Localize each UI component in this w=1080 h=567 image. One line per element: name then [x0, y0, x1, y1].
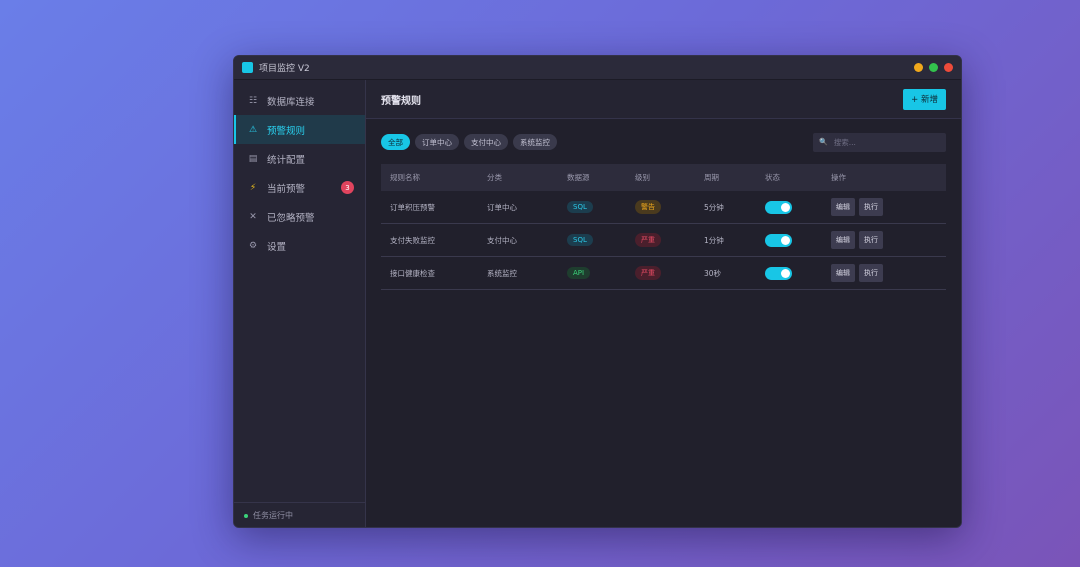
- filter-all[interactable]: 全部: [381, 134, 410, 150]
- filter-system-monitor[interactable]: 系统监控: [513, 134, 557, 150]
- column-header[interactable]: 分类: [487, 172, 567, 183]
- main-header: 预警规则 + 新增: [366, 80, 961, 119]
- lightning-icon: ⚡: [249, 182, 257, 193]
- edit-button[interactable]: 编辑: [831, 198, 855, 216]
- status-toggle[interactable]: [765, 200, 792, 214]
- rule-period: 1分钟: [704, 235, 724, 245]
- sidebar-item-db-connection[interactable]: ☷ 数据库连接: [234, 86, 365, 115]
- table-icon: ▤: [248, 153, 258, 164]
- maximize-button[interactable]: [929, 63, 938, 72]
- sidebar-item-label: 当前预警: [267, 183, 306, 195]
- gear-icon: ⚙: [248, 240, 258, 251]
- window-controls: [914, 63, 953, 72]
- rule-name: 订单积压预警: [390, 202, 435, 212]
- filter-order-center[interactable]: 订单中心: [415, 134, 459, 150]
- source-tag: API: [567, 267, 591, 279]
- status-text: 任务运行中: [253, 511, 293, 520]
- alert-count-badge: 3: [341, 181, 354, 194]
- table-header: 规则名称 分类 数据源 级别 周期 状态 操作: [381, 164, 946, 191]
- sidebar-item-label: 统计配置: [267, 154, 306, 166]
- sidebar-item-settings[interactable]: ⚙ 设置: [234, 231, 365, 260]
- warning-icon: ⚠: [248, 124, 258, 135]
- app-logo-icon: [242, 62, 253, 73]
- sidebar-item-label: 预警规则: [267, 125, 306, 137]
- page-title: 预警规则: [381, 95, 421, 107]
- filter-toolbar: 全部 订单中心 支付中心 系统监控 🔍: [366, 119, 961, 155]
- table-row[interactable]: 支付失败监控 支付中心 SQL 严重 1分钟 编辑 执行: [381, 224, 946, 257]
- search-box[interactable]: 🔍: [813, 132, 946, 152]
- level-tag: 警告: [635, 200, 661, 214]
- status-toggle[interactable]: [765, 233, 792, 247]
- add-rule-button[interactable]: + 新增: [903, 88, 946, 110]
- sidebar-item-alert-rules[interactable]: ⚠ 预警规则: [234, 115, 365, 144]
- rule-category: 支付中心: [487, 235, 517, 245]
- edit-button[interactable]: 编辑: [831, 264, 855, 282]
- sidebar-item-label: 数据库连接: [267, 96, 315, 108]
- rules-table: 规则名称 分类 数据源 级别 周期 状态 操作 订单积压预警 订单中心 SQL …: [381, 164, 946, 290]
- rule-period: 5分钟: [704, 202, 724, 212]
- run-button[interactable]: 执行: [859, 198, 883, 216]
- window-title: 项目监控 V2: [259, 64, 310, 74]
- column-header[interactable]: 周期: [704, 172, 765, 183]
- column-header[interactable]: 规则名称: [381, 172, 487, 183]
- level-tag: 严重: [635, 233, 661, 247]
- rule-name: 接口健康检查: [390, 268, 435, 278]
- status-dot-icon: [244, 513, 248, 518]
- close-icon: ✕: [249, 211, 257, 222]
- rule-name: 支付失败监控: [390, 235, 435, 245]
- app-window: 项目监控 V2 ☷ 数据库连接 ⚠ 预警规则 ▤ 统计配置 ⚡ 当前预警 3 ✕…: [233, 55, 962, 528]
- filter-payment-center[interactable]: 支付中心: [464, 134, 508, 150]
- table-row[interactable]: 接口健康检查 系统监控 API 严重 30秒 编辑 执行: [381, 257, 946, 290]
- sidebar-item-current-alerts[interactable]: ⚡ 当前预警 3: [234, 173, 365, 202]
- column-header[interactable]: 级别: [635, 172, 704, 183]
- rule-category: 系统监控: [487, 268, 517, 278]
- sidebar: ☷ 数据库连接 ⚠ 预警规则 ▤ 统计配置 ⚡ 当前预警 3 ✕ 已忽略预警 ⚙: [234, 80, 366, 527]
- sidebar-status: 任务运行中: [234, 502, 365, 527]
- edit-button[interactable]: 编辑: [831, 231, 855, 249]
- search-input[interactable]: [833, 137, 934, 147]
- rule-period: 30秒: [704, 268, 722, 278]
- level-tag: 严重: [635, 266, 661, 280]
- column-header[interactable]: 数据源: [567, 172, 635, 183]
- main-panel: 预警规则 + 新增 全部 订单中心 支付中心 系统监控 🔍 规则名称 分类 数据…: [366, 80, 961, 527]
- sidebar-item-stats-config[interactable]: ▤ 统计配置: [234, 144, 365, 173]
- run-button[interactable]: 执行: [859, 264, 883, 282]
- close-window-button[interactable]: [944, 63, 953, 72]
- status-toggle[interactable]: [765, 266, 792, 280]
- sidebar-item-label: 设置: [267, 241, 287, 253]
- rule-category: 订单中心: [487, 202, 517, 212]
- source-tag: SQL: [567, 201, 593, 213]
- column-header[interactable]: 状态: [765, 172, 831, 183]
- source-tag: SQL: [567, 234, 593, 246]
- table-row[interactable]: 订单积压预警 订单中心 SQL 警告 5分钟 编辑 执行: [381, 191, 946, 224]
- search-icon: 🔍: [819, 138, 828, 146]
- run-button[interactable]: 执行: [859, 231, 883, 249]
- minimize-button[interactable]: [914, 63, 923, 72]
- list-icon: ☷: [248, 95, 258, 106]
- sidebar-item-label: 已忽略预警: [267, 212, 315, 224]
- sidebar-item-ignored-alerts[interactable]: ✕ 已忽略预警: [234, 202, 365, 231]
- column-header: 操作: [831, 173, 846, 182]
- title-bar[interactable]: 项目监控 V2: [234, 56, 961, 80]
